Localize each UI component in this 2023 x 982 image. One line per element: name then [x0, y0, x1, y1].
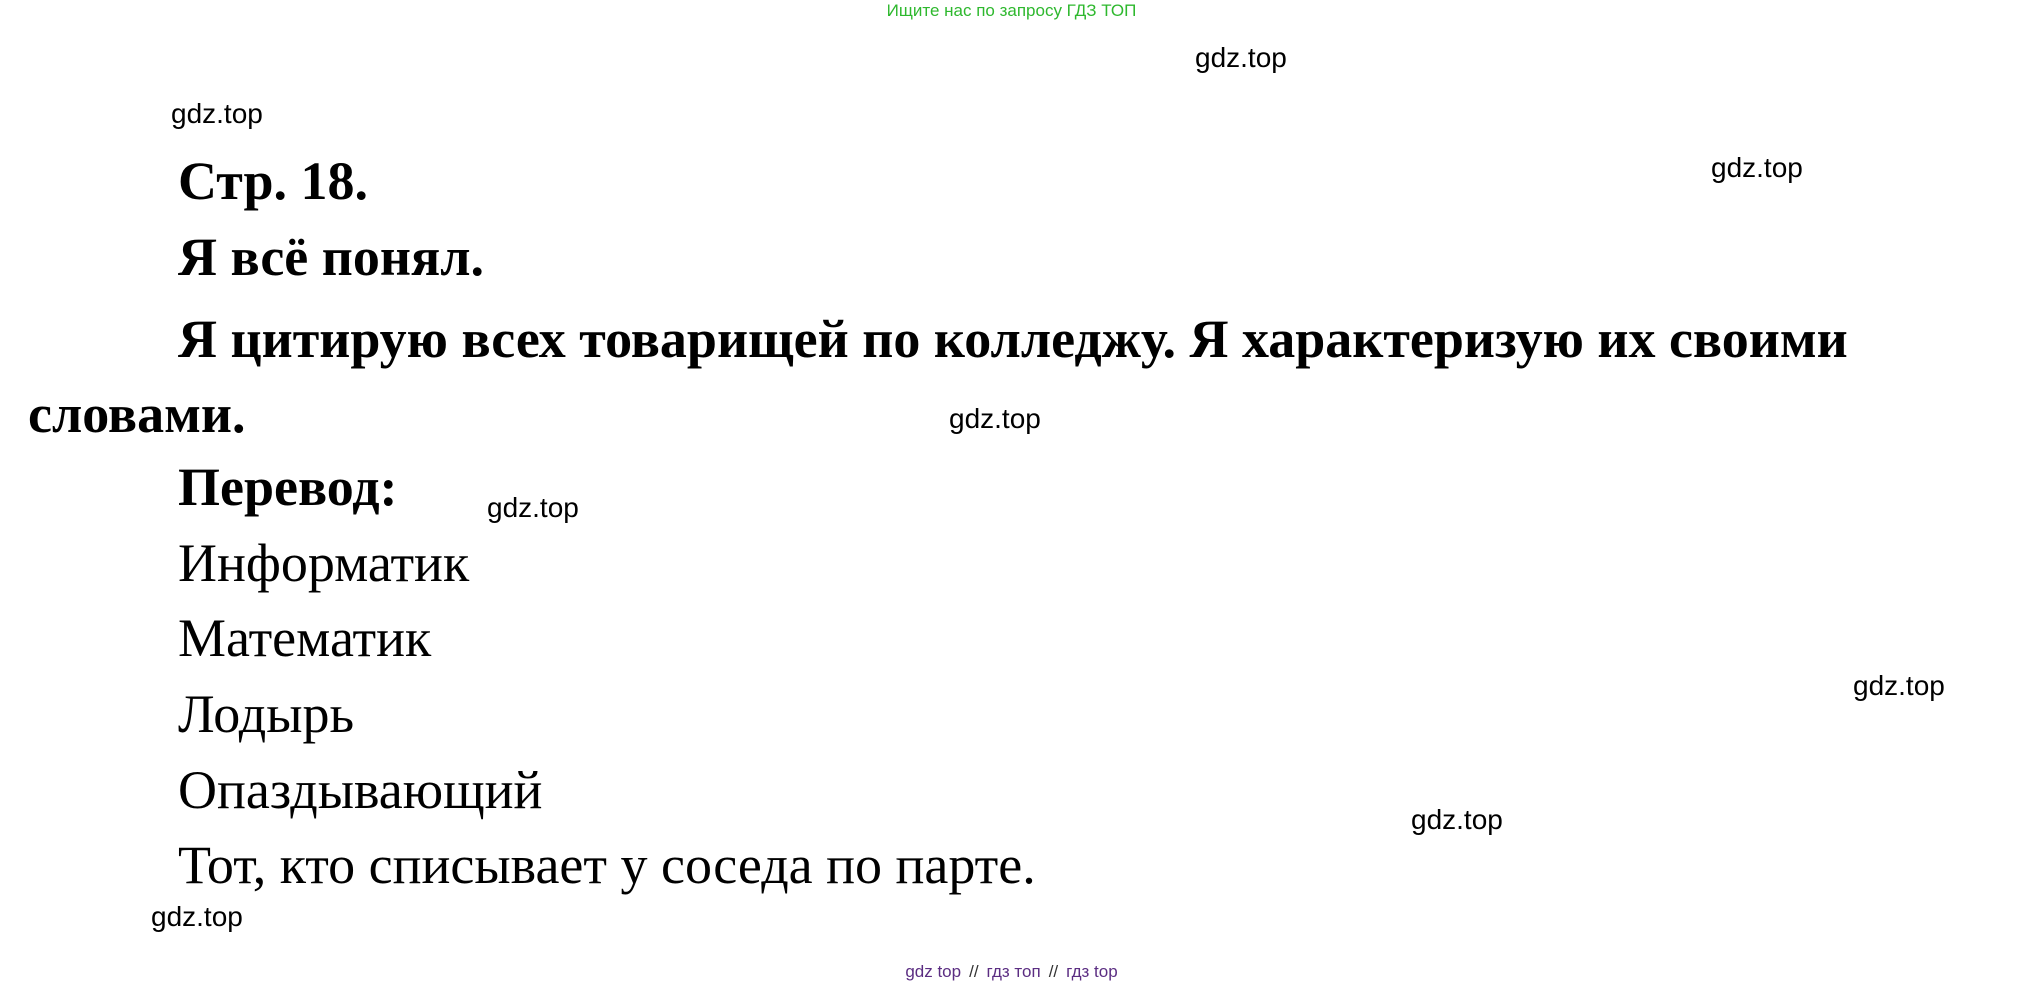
watermark: gdz.top — [1853, 670, 1945, 701]
footer-link[interactable]: гдз топ — [987, 962, 1041, 981]
footer-link[interactable]: гдз top — [1066, 962, 1118, 981]
watermark: gdz.top — [151, 901, 243, 932]
translation-heading: Перевод: — [178, 457, 398, 517]
watermark: gdz.top — [1195, 42, 1287, 73]
main-paragraph: Я цитирую всех товарищей по колледжу. Я … — [28, 309, 1848, 444]
footer-separator: // — [969, 962, 979, 981]
top-banner-text: Ищите нас по запросу ГДЗ ТОП — [886, 1, 1137, 20]
page-heading: Стр. 18. — [178, 151, 369, 211]
footer-links: gdz top // гдз топ // гдз top — [0, 962, 2023, 982]
footer-separator: // — [1048, 962, 1059, 981]
translation-item: Опаздывающий — [178, 760, 543, 820]
footer-link[interactable]: gdz top — [905, 962, 961, 981]
translation-item: Лодырь — [178, 684, 355, 744]
watermark: gdz.top — [1711, 152, 1803, 183]
understood-line: Я всё понял. — [178, 227, 484, 287]
watermark: gdz.top — [1411, 804, 1503, 835]
translation-item: Тот, кто списывает у соседа по парте. — [178, 835, 1036, 895]
translation-item: Информатик — [178, 533, 470, 593]
watermark: gdz.top — [171, 98, 263, 129]
translation-item: Математик — [178, 608, 432, 668]
watermark: gdz.top — [487, 492, 579, 523]
